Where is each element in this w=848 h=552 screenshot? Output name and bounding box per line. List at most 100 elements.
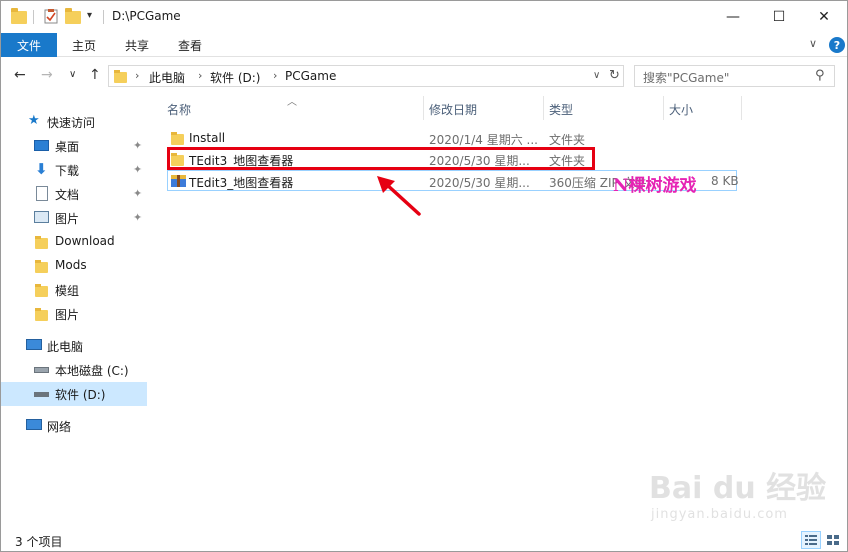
pin-icon[interactable]: ✦ bbox=[133, 211, 142, 224]
breadcrumb-drive-d[interactable]: 软件 (D:) bbox=[210, 69, 260, 86]
sidebar-item-desktop[interactable]: 桌面 ✦ bbox=[1, 134, 147, 158]
sidebar-item-label: 软件 (D:) bbox=[55, 388, 106, 402]
sidebar-item-label: 本地磁盘 (C:) bbox=[55, 364, 129, 378]
column-label: 类型 bbox=[549, 103, 574, 117]
document-icon bbox=[36, 186, 48, 201]
sidebar-item-download-folder[interactable]: Download bbox=[1, 230, 147, 254]
search-input[interactable]: 搜索"PCGame" ⚲ bbox=[634, 65, 835, 87]
sidebar-item-label: 模组 bbox=[55, 284, 80, 298]
title-bar: ▾ D:\PCGame — ☐ ✕ bbox=[1, 1, 847, 33]
file-type: 文件夹 bbox=[549, 133, 586, 147]
chevron-down-icon[interactable]: ∨ bbox=[593, 70, 600, 81]
sidebar-item-label: 快速访问 bbox=[47, 116, 96, 130]
chevron-right-icon[interactable]: › bbox=[198, 69, 202, 82]
annotation-label: N棵树游戏 bbox=[613, 176, 697, 196]
navigation-pane: ★ 快速访问 桌面 ✦ ⬇ 下载 ✦ 文档 ✦ 图片 ✦ Download Mo… bbox=[1, 96, 149, 528]
network-icon bbox=[26, 419, 42, 430]
properties-icon[interactable] bbox=[43, 8, 59, 24]
column-header-type[interactable]: 类型 bbox=[549, 96, 659, 120]
column-header-size[interactable]: 大小 bbox=[669, 96, 739, 120]
address-bar[interactable]: › 此电脑 › 软件 (D:) › PCGame ∨ ↻ bbox=[108, 65, 624, 87]
column-label: 名称 bbox=[167, 103, 192, 117]
star-icon: ★ bbox=[28, 113, 40, 128]
pin-icon[interactable]: ✦ bbox=[133, 139, 142, 152]
back-button[interactable]: ← bbox=[14, 67, 26, 83]
folder-icon bbox=[171, 132, 184, 145]
chevron-right-icon[interactable]: › bbox=[135, 69, 139, 82]
sidebar-item-label: 网络 bbox=[47, 420, 72, 434]
ribbon-collapse-icon[interactable]: ∨ bbox=[809, 37, 817, 50]
sidebar-item-label: 文档 bbox=[55, 188, 80, 202]
pin-icon[interactable]: ✦ bbox=[133, 163, 142, 176]
watermark-logo: Bai du 经验 bbox=[649, 471, 827, 506]
item-count: 3 个项目 bbox=[15, 535, 63, 549]
file-date: 2020/5/30 星期... bbox=[429, 176, 530, 190]
sidebar-item-network[interactable]: 网络 bbox=[1, 414, 147, 438]
maximize-button[interactable]: ☐ bbox=[756, 1, 802, 33]
column-divider[interactable] bbox=[543, 96, 544, 120]
tab-view[interactable]: 查看 bbox=[178, 33, 202, 57]
folder-icon bbox=[35, 308, 48, 321]
explorer-window: ▾ D:\PCGame — ☐ ✕ 文件 主页 共享 查看 ∨ ? ← → ∨ … bbox=[0, 0, 848, 552]
zip-archive-icon bbox=[171, 174, 186, 188]
sidebar-item-pictures[interactable]: 图片 ✦ bbox=[1, 206, 147, 230]
tab-share[interactable]: 共享 bbox=[125, 33, 149, 57]
pin-icon[interactable]: ✦ bbox=[133, 187, 142, 200]
tab-home[interactable]: 主页 bbox=[72, 33, 96, 57]
help-icon[interactable]: ? bbox=[829, 37, 845, 53]
sidebar-item-label: 下载 bbox=[55, 164, 80, 178]
sidebar-item-drive-c[interactable]: 本地磁盘 (C:) bbox=[1, 358, 147, 382]
tab-file[interactable]: 文件 bbox=[1, 33, 57, 57]
navigation-bar: ← → ∨ ↑ › 此电脑 › 软件 (D:) › PCGame ∨ ↻ 搜索"… bbox=[1, 58, 847, 94]
sidebar-item-label: 此电脑 bbox=[47, 340, 84, 354]
details-view-button[interactable] bbox=[801, 531, 821, 549]
up-button[interactable]: ↑ bbox=[89, 67, 101, 83]
desktop-icon bbox=[34, 140, 49, 151]
recent-locations-button[interactable]: ∨ bbox=[69, 69, 76, 80]
sidebar-item-pictures-folder[interactable]: 图片 bbox=[1, 302, 147, 326]
sidebar-item-label: Download bbox=[55, 234, 115, 248]
folder-icon bbox=[35, 236, 48, 249]
search-icon[interactable]: ⚲ bbox=[815, 68, 825, 83]
sidebar-item-label: 桌面 bbox=[55, 140, 80, 154]
customize-toolbar-icon[interactable]: ▾ bbox=[87, 10, 103, 26]
drive-d-icon bbox=[34, 392, 49, 397]
column-header-date[interactable]: 修改日期 bbox=[429, 96, 539, 120]
column-divider[interactable] bbox=[741, 96, 742, 120]
highlight-box bbox=[167, 147, 595, 170]
forward-button[interactable]: → bbox=[41, 67, 53, 83]
column-divider[interactable] bbox=[423, 96, 424, 120]
watermark-url: jingyan.baidu.com bbox=[651, 507, 788, 522]
divider bbox=[103, 10, 104, 24]
sidebar-item-this-pc[interactable]: 此电脑 bbox=[1, 334, 147, 358]
file-size: 8 KB bbox=[711, 174, 739, 188]
sidebar-item-mods[interactable]: Mods bbox=[1, 254, 147, 278]
refresh-icon[interactable]: ↻ bbox=[609, 68, 620, 83]
breadcrumb-pcgame[interactable]: PCGame bbox=[285, 69, 336, 83]
folder-icon bbox=[114, 70, 127, 83]
column-divider[interactable] bbox=[663, 96, 664, 120]
sort-ascending-icon: ︿ bbox=[287, 97, 297, 108]
large-icons-view-button[interactable] bbox=[823, 531, 843, 549]
sidebar-item-mod-group[interactable]: 模组 bbox=[1, 278, 147, 302]
folder-icon bbox=[11, 8, 27, 24]
minimize-button[interactable]: — bbox=[710, 1, 756, 33]
sidebar-item-drive-d[interactable]: 软件 (D:) bbox=[1, 382, 147, 406]
folder-icon bbox=[35, 284, 48, 297]
sidebar-item-downloads[interactable]: ⬇ 下载 ✦ bbox=[1, 158, 147, 182]
breadcrumb-this-pc[interactable]: 此电脑 bbox=[149, 69, 185, 86]
column-header-name[interactable]: 名称 ︿ bbox=[167, 96, 423, 120]
search-placeholder: 搜索"PCGame" bbox=[643, 71, 730, 85]
table-row[interactable]: Install 2020/1/4 星期六 ... 文件夹 bbox=[167, 128, 737, 149]
chevron-right-icon[interactable]: › bbox=[273, 69, 277, 82]
sidebar-item-label: 图片 bbox=[55, 212, 80, 226]
folder-icon bbox=[35, 260, 48, 273]
sidebar-item-quick-access[interactable]: ★ 快速访问 bbox=[1, 110, 147, 134]
sidebar-item-documents[interactable]: 文档 ✦ bbox=[1, 182, 147, 206]
baidu-watermark: Bai du 经验 jingyan.baidu.com bbox=[649, 463, 839, 533]
close-button[interactable]: ✕ bbox=[801, 1, 847, 33]
column-label: 修改日期 bbox=[429, 103, 478, 117]
divider bbox=[33, 10, 34, 24]
new-folder-icon[interactable] bbox=[65, 8, 81, 24]
pictures-icon bbox=[34, 211, 49, 223]
